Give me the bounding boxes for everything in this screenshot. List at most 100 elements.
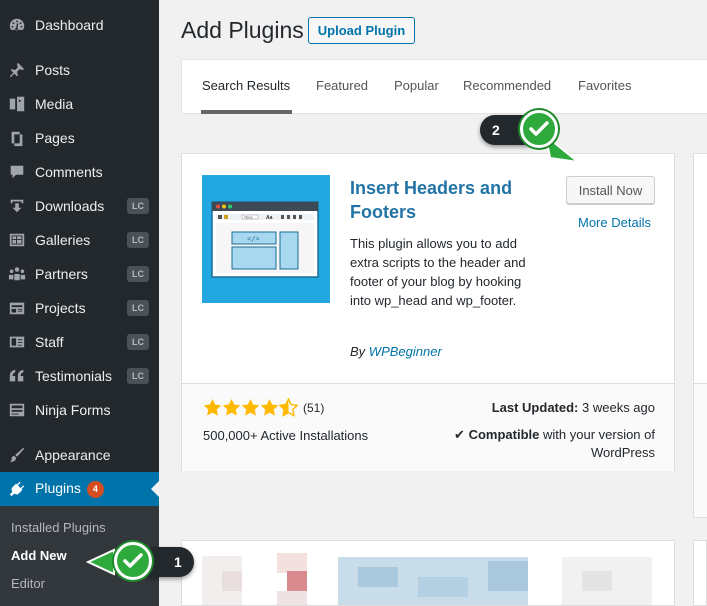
callout-number: 1	[174, 554, 182, 570]
plugin-card-partial	[693, 153, 707, 518]
menu-label: Projects	[35, 300, 86, 316]
more-details-link[interactable]: More Details	[578, 215, 651, 230]
id-card-icon	[7, 332, 27, 352]
menu-label: Pages	[35, 130, 75, 146]
submenu-installed-plugins[interactable]: Installed Plugins	[11, 520, 106, 535]
star-half-icon	[279, 398, 298, 417]
menu-label: Media	[35, 96, 74, 112]
menu-label: Ninja Forms	[35, 402, 111, 418]
menu-label: Downloads	[35, 198, 105, 214]
lc-badge: LC	[127, 368, 149, 384]
tab-search-results[interactable]: Search Results	[202, 78, 290, 93]
star-full-icon	[260, 398, 279, 416]
rating-count[interactable]: (51)	[303, 401, 324, 415]
lc-badge: LC	[127, 300, 149, 316]
author-link[interactable]: WPBeginner	[369, 344, 442, 359]
menu-item-partners[interactable]: Partners LC	[0, 257, 159, 291]
lc-badge: LC	[127, 232, 149, 248]
submenu-editor[interactable]: Editor	[11, 576, 45, 591]
plugins-label: Plugins	[35, 480, 81, 497]
pushpin-icon	[7, 60, 27, 80]
menu-item-testimonials[interactable]: Testimonials LC	[0, 359, 159, 393]
star-full-icon	[222, 398, 241, 416]
plugin-card: Times Aa </> Insert Headers and Footers …	[181, 153, 675, 471]
current-tab-indicator	[201, 110, 292, 114]
menu-label: Partners	[35, 266, 88, 282]
last-updated-label: Last Updated:	[491, 400, 579, 415]
plugin-thumbnail[interactable]: Times Aa </>	[202, 175, 330, 303]
menu-label: Posts	[35, 62, 71, 78]
quote-icon	[7, 366, 27, 386]
filter-tabs: Search Results Featured Popular Recommen…	[181, 59, 707, 114]
menu-item-appearance[interactable]: Appearance	[0, 438, 159, 472]
plugin-card-footer: (51) 500,000+ Active Installations Last …	[182, 383, 674, 471]
menu-label: Testimonials	[35, 368, 113, 384]
callout-number: 2	[492, 122, 500, 138]
download-icon	[7, 196, 27, 216]
upload-plugin-button[interactable]: Upload Plugin	[308, 17, 415, 44]
menu-item-posts[interactable]: Posts	[0, 53, 159, 87]
plugin-card-blurred	[181, 540, 675, 606]
page-title: Add Plugins	[181, 17, 304, 43]
update-count-badge: 4	[86, 480, 104, 498]
admin-sidebar: Dashboard Posts Media Pages Comments Dow…	[0, 0, 159, 606]
icon-code-text: </>	[247, 235, 260, 243]
pages-icon	[7, 128, 27, 148]
plugin-card-partial-footer	[694, 383, 707, 517]
plugin-card-blurred-partial	[693, 540, 707, 606]
callout-check-1	[114, 542, 152, 580]
lc-badge: LC	[127, 198, 149, 214]
plugin-author: By WPBeginner	[350, 344, 442, 359]
menu-item-plugins[interactable]: Plugins 4	[0, 472, 159, 506]
active-indicator	[151, 481, 159, 497]
checkmark-icon	[123, 553, 143, 568]
checkmark-icon	[529, 121, 549, 136]
compatibility-status: ✔ Compatible with your version of WordPr…	[425, 426, 655, 462]
menu-label: Galleries	[35, 232, 91, 248]
brush-icon	[7, 445, 27, 465]
plugin-icon	[7, 479, 27, 499]
portfolio-icon	[7, 298, 27, 318]
menu-label: Appearance	[35, 447, 111, 463]
media-icon	[7, 94, 27, 114]
menu-item-ninja-forms[interactable]: Ninja Forms	[0, 393, 159, 427]
star-full-icon	[203, 398, 222, 416]
menu-item-media[interactable]: Media	[0, 87, 159, 121]
tab-popular[interactable]: Popular	[394, 78, 439, 93]
dashboard-icon	[7, 15, 27, 35]
menu-item-galleries[interactable]: Galleries LC	[0, 223, 159, 257]
menu-item-staff[interactable]: Staff LC	[0, 325, 159, 359]
icon-font-text: Aa	[266, 215, 273, 221]
last-updated-value: 3 weeks ago	[582, 400, 655, 415]
form-icon	[7, 400, 27, 420]
menu-item-pages[interactable]: Pages	[0, 121, 159, 155]
gallery-icon	[7, 230, 27, 250]
browser-illustration-icon: Times Aa </>	[211, 201, 319, 278]
tab-favorites[interactable]: Favorites	[578, 78, 631, 93]
lc-badge: LC	[127, 266, 149, 282]
plugin-description: This plugin allows you to add extra scri…	[350, 236, 526, 308]
tab-recommended[interactable]: Recommended	[463, 78, 551, 93]
star-rating: (51)	[203, 398, 324, 417]
icon-toolbar-text: Times	[244, 216, 253, 220]
author-prefix: By	[350, 344, 366, 359]
menu-label: Dashboard	[35, 17, 104, 33]
compatible-text: with your version of WordPress	[543, 427, 655, 460]
install-now-button[interactable]: Install Now	[566, 176, 655, 204]
menu-item-downloads[interactable]: Downloads LC	[0, 189, 159, 223]
checkmark-icon: ✔	[454, 427, 465, 442]
menu-label: Plugins 4	[35, 480, 159, 498]
compatible-label: Compatible	[468, 427, 540, 442]
comment-icon	[7, 162, 27, 182]
plugin-name-link[interactable]: Insert Headers and Footers	[350, 176, 540, 224]
callout-check-2	[520, 110, 558, 148]
submenu-add-new[interactable]: Add New	[11, 548, 67, 563]
star-full-icon	[241, 398, 260, 416]
menu-item-comments[interactable]: Comments	[0, 155, 159, 189]
menu-label: Staff	[35, 334, 64, 350]
active-installations: 500,000+ Active Installations	[203, 428, 369, 443]
menu-item-projects[interactable]: Projects LC	[0, 291, 159, 325]
lc-badge: LC	[127, 334, 149, 350]
menu-item-dashboard[interactable]: Dashboard	[0, 8, 159, 42]
tab-featured[interactable]: Featured	[316, 78, 368, 93]
